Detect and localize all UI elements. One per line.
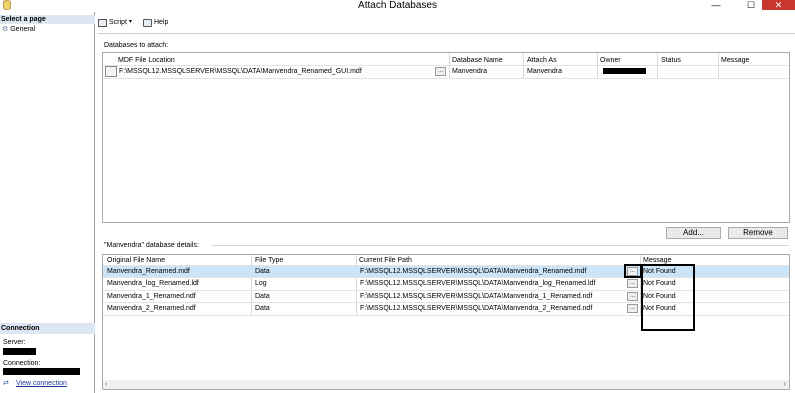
add-button[interactable]: Add... — [666, 227, 721, 239]
highlight-box-browse — [624, 264, 642, 278]
current-file-path-cell[interactable]: F:\MSSQL12.MSSQLSERVER\MSSQL\DATA\Manven… — [360, 266, 586, 277]
browse-file-button[interactable]: ... — [627, 279, 638, 288]
script-icon — [98, 18, 107, 27]
script-button[interactable]: Script ▾ — [98, 17, 132, 28]
database-name-cell: Manvendra — [452, 68, 488, 75]
window-title: Attach Databases — [358, 0, 437, 11]
file-type-cell: Data — [255, 293, 270, 300]
server-value-redacted — [3, 348, 36, 355]
maximize-button[interactable]: ☐ — [741, 0, 761, 10]
column-header-mdf: MDF File Location — [118, 57, 175, 64]
browse-mdf-button[interactable]: ... — [435, 67, 446, 76]
original-file-name-cell: Manvendra_Renamed.mdf — [107, 268, 190, 275]
databases-to-attach-label: Databases to attach: — [104, 42, 169, 49]
select-page-header: Select a page — [0, 15, 95, 24]
help-icon — [143, 18, 152, 27]
row-selector[interactable] — [105, 66, 117, 77]
original-file-name-cell: Manvendra_2_Renamed.ndf — [107, 305, 196, 312]
column-header-original-file-name: Original File Name — [107, 257, 165, 264]
toolbar-divider — [98, 33, 795, 34]
chevron-down-icon: ▾ — [128, 19, 132, 25]
connection-value-redacted — [3, 368, 80, 375]
connection-header: Connection — [0, 323, 95, 334]
file-type-cell: Data — [255, 268, 270, 275]
scroll-left-icon[interactable]: ‹ — [105, 380, 107, 389]
file-type-cell: Data — [255, 305, 270, 312]
attach-as-cell[interactable]: Manvendra — [527, 66, 562, 77]
browse-file-button[interactable]: ... — [627, 304, 638, 313]
help-button[interactable]: Help — [143, 17, 168, 28]
database-details-label: "Manvendra" database details: — [104, 242, 199, 249]
page-item-general[interactable]: ⚙ General — [2, 25, 35, 35]
file-type-cell: Log — [255, 280, 267, 287]
remove-button[interactable]: Remove — [728, 227, 788, 239]
horizontal-scrollbar[interactable]: ‹ › — [103, 380, 789, 389]
column-header-owner: Owner — [600, 57, 621, 64]
database-icon — [3, 0, 11, 10]
left-pane — [0, 12, 95, 393]
owner-value-redacted — [603, 68, 646, 74]
close-button[interactable]: ✕ — [762, 0, 795, 10]
wrench-icon: ⚙ — [2, 26, 9, 33]
title-bar: Attach Databases — [0, 0, 795, 12]
browse-file-button[interactable]: ... — [627, 292, 638, 301]
column-header-attach-as: Attach As — [527, 57, 557, 64]
original-file-name-cell: Manvendra_1_Renamed.ndf — [107, 293, 196, 300]
column-header-database-name: Database Name — [452, 57, 503, 64]
original-file-name-cell: Manvendra_log_Renamed.ldf — [107, 280, 199, 287]
highlight-box-message — [641, 264, 695, 331]
connection-icon: ⇄ — [3, 380, 9, 387]
column-header-status: Status — [661, 57, 681, 64]
current-file-path-cell[interactable]: F:\MSSQL12.MSSQLSERVER\MSSQL\DATA\Manven… — [360, 303, 592, 314]
page-item-label: General — [10, 26, 36, 33]
minimize-button[interactable]: — — [706, 0, 726, 10]
column-header-current-file-path: Current File Path — [359, 257, 412, 264]
column-header-file-type: File Type — [255, 257, 284, 264]
connection-label: Connection: — [3, 360, 41, 367]
mdf-location-cell[interactable]: F:\MSSQL12.MSSQLSERVER\MSSQL\DATA\Manven… — [119, 66, 362, 77]
column-header-message: Message — [721, 57, 750, 64]
current-file-path-cell[interactable]: F:\MSSQL12.MSSQLSERVER\MSSQL\DATA\Manven… — [360, 278, 595, 289]
scroll-right-icon[interactable]: › — [784, 380, 786, 389]
server-label: Server: — [3, 339, 26, 346]
view-connection-link[interactable]: View connection — [16, 380, 67, 388]
current-file-path-cell[interactable]: F:\MSSQL12.MSSQLSERVER\MSSQL\DATA\Manven… — [360, 291, 592, 302]
